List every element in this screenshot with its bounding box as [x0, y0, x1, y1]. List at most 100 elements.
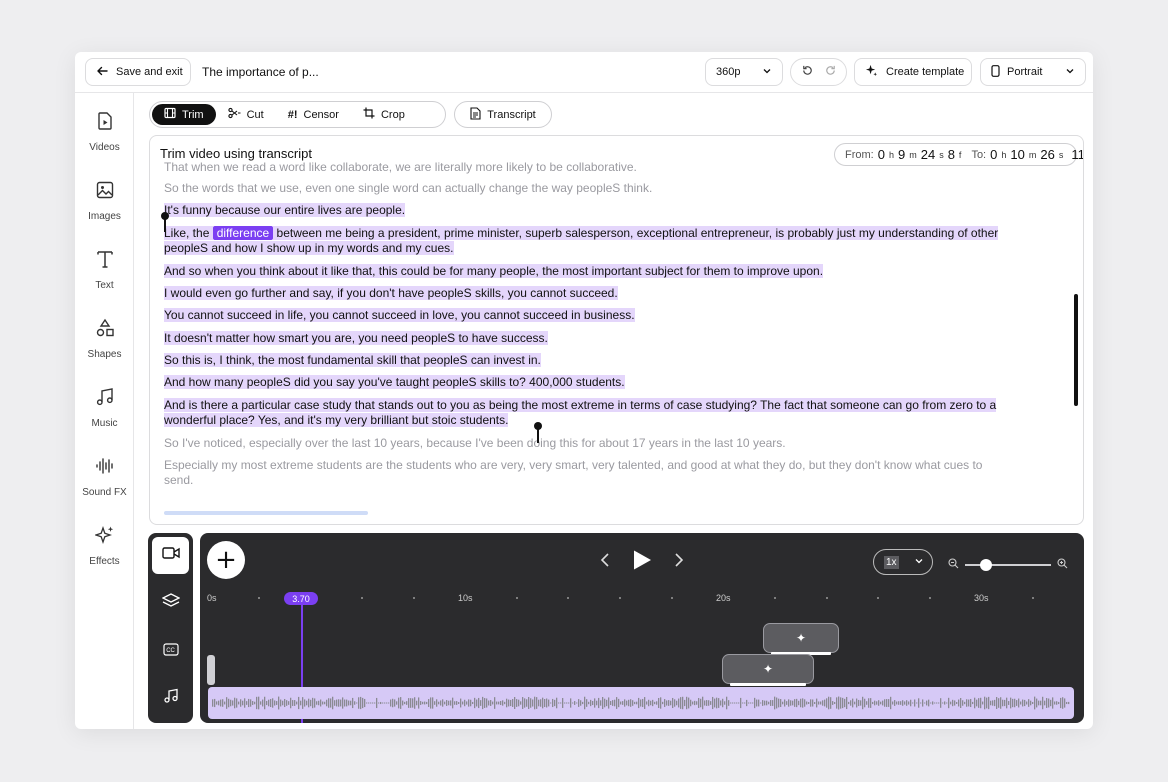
document-title[interactable]: The importance of p... [202, 65, 319, 79]
resolution-value: 360p [716, 66, 741, 78]
orientation-value-group: Portrait [991, 64, 1042, 80]
waveform-bar [670, 700, 672, 706]
sidebar-item-text[interactable]: Text [75, 249, 134, 291]
waveform-icon [95, 456, 115, 479]
playhead-time[interactable]: 3.70 [284, 592, 318, 605]
play-icon[interactable] [632, 549, 652, 576]
sidebar-item-effects[interactable]: Effects [75, 525, 134, 567]
track-drag-handle[interactable] [207, 655, 215, 685]
transcript-line[interactable]: That when we read a word like collaborat… [164, 160, 1061, 175]
waveform-bar [508, 699, 510, 707]
sidebar-item-shapes[interactable]: Shapes [75, 318, 134, 360]
waveform-bar [532, 699, 534, 707]
transcript-line[interactable]: You cannot succeed in life, you cannot s… [164, 308, 1061, 323]
waveform-bar [476, 699, 478, 707]
waveform-bar [802, 698, 804, 708]
waveform-bar [800, 698, 802, 708]
waveform-bar [746, 699, 748, 707]
film-icon [164, 107, 176, 122]
phone-icon [991, 64, 1000, 80]
selection-end-handle[interactable] [534, 422, 542, 443]
audio-track-button[interactable] [152, 680, 189, 717]
waveform-bar [584, 696, 586, 710]
waveform-bar [316, 701, 318, 705]
waveform-bar [250, 699, 252, 707]
sidebar-item-images[interactable]: Images [75, 180, 134, 222]
zoom-slider[interactable] [965, 559, 1051, 571]
tab-crop[interactable]: Crop [351, 104, 417, 125]
waveform-bar [242, 700, 244, 706]
orientation-select[interactable]: Portrait [980, 58, 1086, 86]
sidebar-item-label: Images [88, 211, 121, 222]
video-track-button[interactable] [152, 537, 189, 574]
undo-icon[interactable] [801, 64, 814, 80]
waveform-bar [530, 698, 532, 708]
next-icon[interactable] [674, 552, 684, 573]
time-ruler[interactable]: 0s 10s 20s 30s [200, 593, 1084, 607]
waveform-bar [986, 697, 988, 709]
zoom-slider-knob[interactable] [980, 559, 992, 571]
add-media-button[interactable]: + [207, 541, 245, 579]
waveform-bar [930, 702, 932, 704]
create-template-button[interactable]: Create template [854, 58, 972, 86]
transcript-line[interactable]: And is there a particular case study tha… [164, 398, 1061, 428]
waveform-bar [238, 701, 240, 705]
transcript-line[interactable]: And how many peopleS did you say you've … [164, 375, 1061, 390]
layers-track-button[interactable] [152, 585, 189, 622]
waveform-bar [570, 698, 572, 708]
waveform-bar [216, 701, 218, 705]
waveform-bar [1020, 701, 1022, 705]
transcript-line[interactable]: I would even go further and say, if you … [164, 286, 1061, 301]
tab-censor[interactable]: #! Censor [276, 104, 351, 125]
transcript-line[interactable]: Like, the difference between me being a … [164, 226, 1061, 256]
waveform-bar [268, 699, 270, 707]
waveform-bar [750, 702, 752, 704]
highlighted-word[interactable]: difference [212, 226, 274, 240]
playback-speed-select[interactable]: 1x [873, 549, 933, 575]
waveform-bar [634, 701, 636, 705]
waveform-bar [910, 699, 912, 707]
effect-clip[interactable]: ✦ [763, 623, 839, 653]
waveform-bar [956, 701, 958, 705]
captions-track-button[interactable]: CC [152, 633, 189, 670]
waveform-bar [580, 700, 582, 706]
sidebar-item-videos[interactable]: Videos [75, 111, 134, 153]
waveform-bar [888, 699, 890, 707]
selection-start-handle[interactable] [161, 212, 169, 232]
transcript-line[interactable]: It's funny because our entire lives are … [164, 203, 1061, 218]
resolution-select[interactable]: 360p [705, 58, 783, 86]
audio-waveform-track[interactable] [208, 687, 1074, 719]
effect-clip[interactable]: ✦ [722, 654, 814, 684]
line-text: And how many peopleS did you say you've … [164, 375, 625, 389]
save-and-exit-button[interactable]: Save and exit [85, 58, 191, 86]
camera-icon [161, 546, 180, 565]
waveform-bar [602, 697, 604, 709]
sparkle-icon: ✦ [795, 631, 807, 645]
transcript-line[interactable]: And so when you think about it like that… [164, 264, 1061, 279]
zoom-in-icon[interactable] [1057, 556, 1068, 574]
waveform-bar [756, 699, 758, 707]
waveform-bar [486, 698, 488, 708]
panel-scrollbar[interactable] [1074, 294, 1078, 406]
transcript-line[interactable]: It doesn't matter how smart you are, you… [164, 331, 1061, 346]
transcript-line[interactable]: So this is, I think, the most fundamenta… [164, 353, 1061, 368]
ruler-dot [929, 597, 931, 599]
previous-icon[interactable] [600, 552, 610, 573]
document-icon [470, 106, 481, 123]
waveform-bar [638, 697, 640, 709]
waveform-bar [652, 699, 654, 707]
redo-icon[interactable] [824, 64, 837, 80]
sidebar-item-sound-fx[interactable]: Sound FX [75, 456, 134, 498]
sidebar-item-music[interactable]: Music [75, 387, 134, 429]
tab-trim[interactable]: Trim [152, 104, 216, 125]
transcript-line[interactable]: So I've noticed, especially over the las… [164, 436, 1061, 451]
tab-cut[interactable]: Cut [216, 104, 276, 125]
zoom-out-icon[interactable] [948, 556, 959, 574]
transcript-button[interactable]: Transcript [454, 101, 552, 128]
transcript-line[interactable]: So the words that we use, even one singl… [164, 181, 1061, 196]
transcript-line[interactable]: Especially my most extreme students are … [164, 458, 1061, 488]
waveform-bar [974, 697, 976, 709]
waveform-bar [446, 700, 448, 706]
waveform-bar [934, 702, 936, 704]
waveform-bar [712, 696, 714, 710]
